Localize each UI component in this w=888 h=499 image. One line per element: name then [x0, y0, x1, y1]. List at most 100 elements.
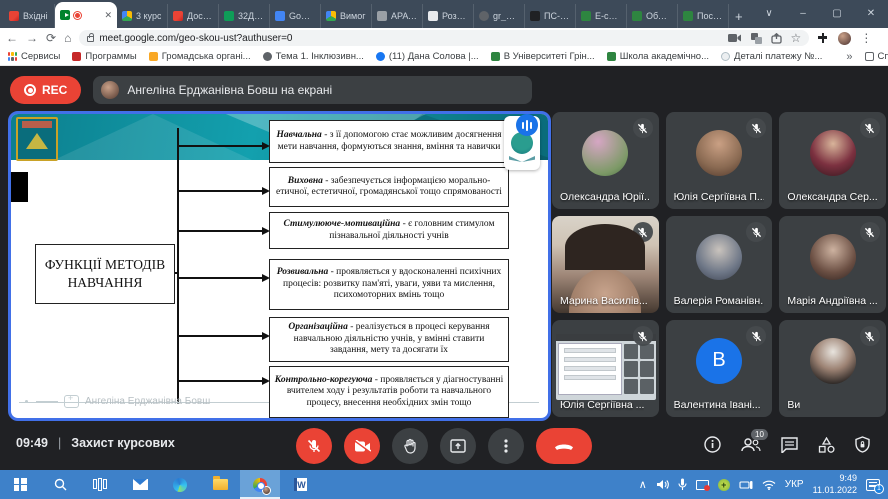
bookmark-university[interactable]: В Університеті Грін... — [491, 51, 595, 62]
mic-muted-icon — [860, 326, 880, 346]
shared-screen-tile[interactable]: ФУНКЦІЇ МЕТОДІВ НАВЧАННЯ Навчальна - з ї… — [8, 111, 551, 421]
bookmark-programs[interactable]: Программы — [72, 51, 136, 62]
diagram-arrow — [178, 277, 263, 279]
avatar — [810, 130, 856, 176]
meeting-details-button[interactable] — [704, 436, 721, 458]
notifications-button[interactable]: 1 — [866, 479, 880, 491]
screen-recorder-tray-icon[interactable] — [696, 480, 709, 490]
tab-apa[interactable]: APA Ci — [372, 4, 423, 28]
word-icon: W — [294, 478, 307, 491]
participants-button[interactable]: 10 — [741, 438, 761, 457]
wifi-icon[interactable] — [762, 480, 776, 490]
tab-posmo[interactable]: Посмо — [678, 4, 729, 28]
taskbar-search-button[interactable] — [40, 470, 80, 499]
participant-tile[interactable]: Олександра Сер... — [779, 112, 886, 209]
avatar-initial: B — [696, 338, 742, 384]
function-box-stymul: Стимулююче-мотиваційна - є головним стим… — [269, 212, 509, 249]
antivirus-tray-icon[interactable]: + — [718, 479, 730, 491]
bookmark-services[interactable]: Сервисы — [8, 51, 60, 62]
favicon — [721, 52, 730, 61]
participant-tile[interactable]: Юлія Сергіївна П... — [666, 112, 773, 209]
avatar — [582, 130, 628, 176]
bookmark-payment[interactable]: Деталі платежу №... — [721, 51, 822, 62]
tab-esere[interactable]: Е-сере — [576, 4, 627, 28]
tab-google[interactable]: Google — [270, 4, 321, 28]
tab-rozklad[interactable]: Розкла — [423, 4, 474, 28]
camera-toggle-button[interactable] — [344, 428, 380, 464]
tab-inbox[interactable]: Вхідні — [4, 4, 55, 28]
presenter-watermark: Ангеліна Ерджанівна Бовш — [25, 395, 210, 408]
participant-tile[interactable]: B Валентина Івані... — [666, 320, 773, 417]
activities-button[interactable] — [818, 437, 835, 458]
word-app-button[interactable]: W — [280, 470, 320, 499]
microphone-tray-icon[interactable] — [678, 478, 687, 491]
profile-avatar[interactable] — [838, 32, 851, 45]
back-icon[interactable]: ← — [6, 32, 18, 44]
mail-app-button[interactable] — [120, 470, 160, 499]
bookmark-tema1[interactable]: Тема 1. Інклюзивн... — [263, 51, 364, 62]
bookmarks-overflow-icon[interactable]: » — [846, 51, 852, 63]
mic-muted-icon — [746, 222, 766, 242]
minimize-button[interactable]: – — [786, 0, 820, 28]
tab-psro[interactable]: ПС-Ро — [525, 4, 576, 28]
start-button[interactable] — [0, 470, 40, 499]
forward-icon[interactable]: → — [26, 32, 38, 44]
edge-app-button[interactable] — [160, 470, 200, 499]
more-options-button[interactable] — [488, 428, 524, 464]
mic-toggle-button[interactable] — [296, 428, 332, 464]
volume-icon[interactable] — [656, 479, 669, 490]
chat-button[interactable] — [781, 437, 798, 458]
participant-tile[interactable]: Валерія Романівн... — [666, 216, 773, 313]
tab-sheet[interactable]: 32ДОз — [219, 4, 270, 28]
host-controls-button[interactable] — [855, 436, 870, 458]
avatar — [810, 338, 856, 384]
tab-close-icon[interactable]: ✕ — [104, 10, 112, 21]
reading-list-button[interactable]: Список для чтения — [865, 51, 888, 62]
bookmark-star-icon[interactable]: ☆ — [791, 32, 802, 44]
function-box-vykhovna: Виховна - забезпечується інформацією мор… — [269, 167, 509, 207]
participants-count-badge: 10 — [751, 429, 768, 440]
url-text[interactable]: meet.google.com/geo-skou-ust?authuser=0 — [99, 33, 722, 44]
translate-page-icon[interactable] — [751, 33, 762, 44]
task-view-button[interactable] — [80, 470, 120, 499]
share-icon[interactable] — [771, 33, 782, 44]
language-indicator[interactable]: УКР — [785, 479, 804, 490]
vpn-device-icon[interactable] — [739, 480, 753, 490]
tray-expand-icon[interactable]: ∧ — [639, 478, 647, 491]
tab-meet-active[interactable]: ✕ — [55, 2, 117, 28]
tab-access[interactable]: Доступ — [168, 4, 219, 28]
participant-tile-self[interactable]: Ви — [779, 320, 886, 417]
file-explorer-button[interactable] — [200, 470, 240, 499]
raise-hand-button[interactable] — [392, 428, 428, 464]
home-icon[interactable]: ⌂ — [64, 32, 71, 44]
new-tab-button[interactable]: + — [735, 9, 743, 24]
bookmark-school[interactable]: Школа академічно... — [607, 51, 709, 62]
participant-tile[interactable]: Олександра Юрії... — [552, 112, 659, 209]
tab-search-icon[interactable]: ∨ — [752, 0, 786, 28]
chrome-app-button[interactable] — [240, 470, 280, 499]
mic-muted-icon — [633, 222, 653, 242]
participant-tile-video[interactable]: Марина Василів... — [552, 216, 659, 313]
tab-grzax[interactable]: gr_zax — [474, 4, 525, 28]
browser-menu-icon[interactable]: ⋮ — [860, 32, 872, 44]
recording-indicator: REC — [10, 76, 81, 104]
participant-tile[interactable]: Марія Андріївна ... — [779, 216, 886, 313]
end-call-button[interactable] — [536, 428, 592, 464]
mail-icon — [133, 479, 148, 490]
maximize-button[interactable]: ▢ — [820, 0, 854, 28]
site-icon — [377, 11, 387, 21]
taskbar-clock[interactable]: 9:49 11.01.2022 — [813, 473, 857, 496]
avatar — [696, 130, 742, 176]
reload-icon[interactable]: ⟳ — [46, 32, 56, 44]
close-button[interactable]: ✕ — [854, 0, 888, 28]
camera-in-use-icon[interactable] — [728, 33, 742, 43]
tab-objek[interactable]: Объек — [627, 4, 678, 28]
address-bar[interactable]: meet.google.com/geo-skou-ust?authuser=0 … — [79, 30, 809, 46]
present-screen-button[interactable] — [440, 428, 476, 464]
extension-pin-icon[interactable] — [817, 32, 829, 44]
participant-tile-screenshare[interactable]: Юлія Сергіївна ... — [552, 320, 659, 417]
tab-course[interactable]: 3 курс — [117, 4, 168, 28]
bookmark-facebook[interactable]: (11) Дана Солова |... — [376, 51, 479, 62]
bookmark-gromadska[interactable]: Громадська органі... — [149, 51, 251, 62]
tab-vymog[interactable]: Вимог — [321, 4, 372, 28]
